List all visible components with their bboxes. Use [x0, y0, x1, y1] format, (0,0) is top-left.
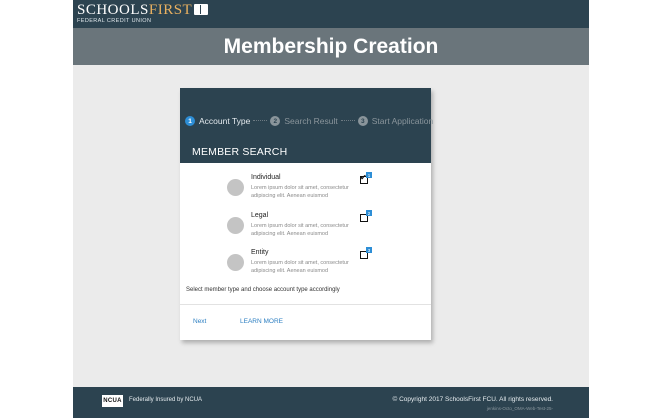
option-name: Individual — [251, 174, 281, 181]
schoolsfirst-logo[interactable]: SCHOOLSFIRST FEDERAL CREDIT UNION — [77, 2, 209, 25]
learn-more-link[interactable]: LEARN MORE — [240, 318, 283, 325]
avatar — [227, 179, 244, 196]
logo-subtitle: FEDERAL CREDIT UNION — [77, 18, 152, 24]
divider — [180, 304, 431, 305]
copyright-text: © Copyright 2017 SchoolsFirst FCU. All r… — [392, 396, 554, 403]
title-bar: Membership Creation — [73, 28, 589, 65]
step-number: 1 — [185, 116, 195, 126]
step-label: Start Application — [371, 116, 434, 126]
option-description: Lorem ipsum dolor sit amet, consectetur … — [251, 260, 349, 274]
insured-text: Federally Insured by NCUA — [129, 397, 203, 403]
step-separator — [253, 120, 268, 122]
option-entity[interactable]: Entity Lorem ipsum dolor sit amet, conse… — [227, 247, 387, 279]
next-button[interactable]: Next — [193, 318, 206, 325]
page-frame: SCHOOLSFIRST FEDERAL CREDIT UNION Member… — [73, 0, 589, 418]
checkbox-badge: 1 — [366, 172, 372, 178]
step-number: 3 — [357, 116, 368, 126]
option-description: Lorem ipsum dolor sit amet, consectetur … — [251, 223, 349, 237]
step-search-result[interactable]: 2 Search Result — [270, 116, 338, 126]
checkbox-badge: 3 — [366, 247, 372, 253]
helper-text: Select member type and choose account ty… — [186, 287, 340, 293]
option-description: Lorem ipsum dolor sit amet, consectetur … — [251, 185, 349, 199]
step-label: Search Result — [284, 116, 338, 126]
option-individual[interactable]: Individual Lorem ipsum dolor sit amet, c… — [227, 172, 387, 204]
progress-steps: 1 Account Type 2 Search Result 3 Start A… — [185, 116, 433, 126]
build-label: jenkins-Octo_OMA-Web-Test-25- — [486, 406, 553, 411]
top-bar: SCHOOLSFIRST FEDERAL CREDIT UNION — [73, 0, 589, 28]
option-name: Entity — [251, 249, 269, 256]
avatar — [227, 217, 244, 234]
step-account-type[interactable]: 1 Account Type — [185, 116, 250, 126]
book-icon — [194, 4, 209, 15]
ncua-logo: NCUA — [102, 395, 123, 407]
checkbox-badge: 2 — [366, 210, 372, 216]
page-title: Membership Creation — [223, 34, 439, 58]
card-header: 1 Account Type 2 Search Result 3 Start A… — [180, 88, 433, 163]
step-start-application[interactable]: 3 Start Application — [357, 116, 434, 126]
step-label: Account Type — [199, 116, 251, 126]
option-name: Legal — [251, 212, 269, 219]
step-separator — [340, 120, 355, 122]
card-title: MEMBER SEARCH — [192, 146, 288, 158]
option-legal[interactable]: Legal Lorem ipsum dolor sit amet, consec… — [227, 210, 387, 242]
avatar — [227, 254, 244, 271]
footer: NCUA Federally Insured by NCUA © Copyrig… — [73, 387, 589, 418]
logo-text-first: FIRST — [148, 2, 193, 18]
member-search-card: 1 Account Type 2 Search Result 3 Start A… — [180, 88, 433, 340]
step-number: 2 — [270, 116, 281, 126]
logo-text-main: SCHOOLS — [77, 2, 149, 18]
